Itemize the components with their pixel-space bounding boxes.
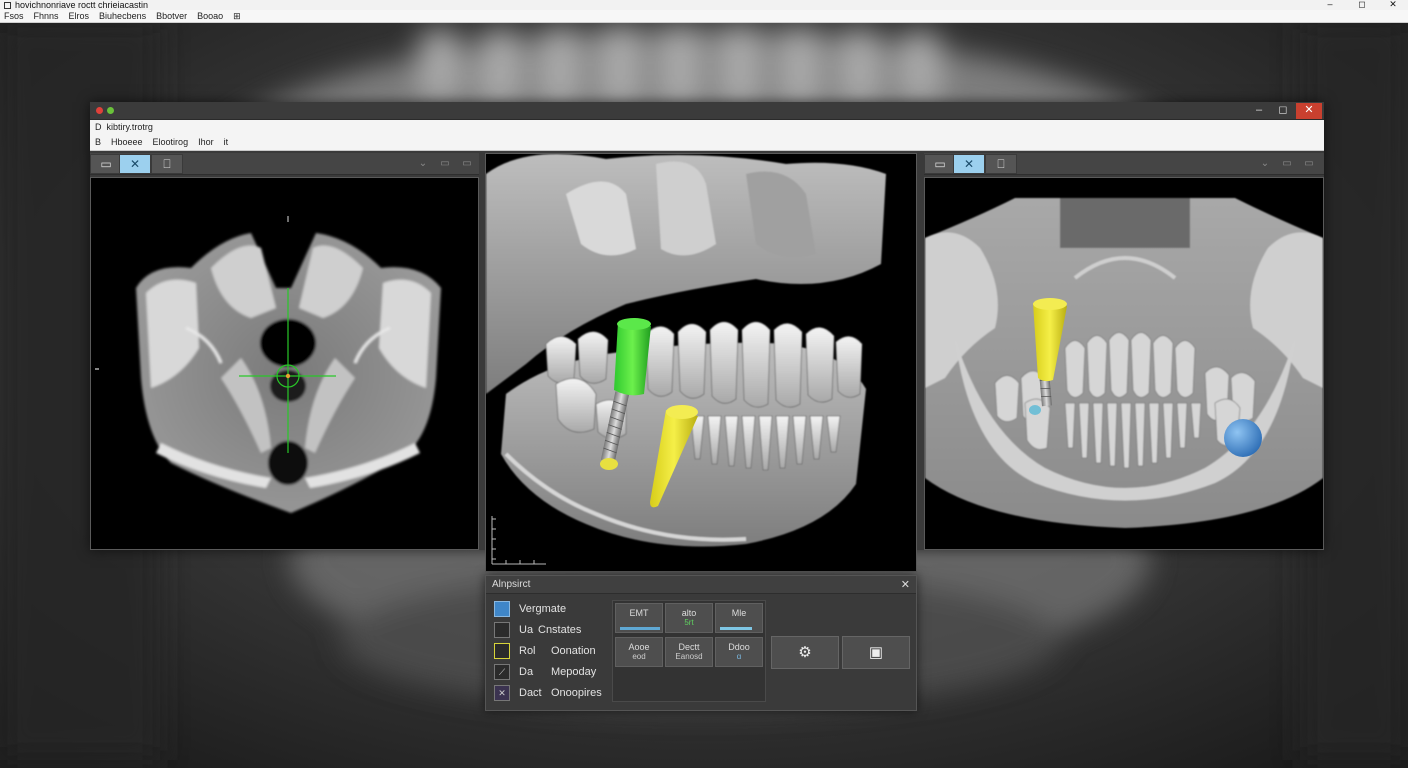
layer-row-4[interactable]: ⟋ Da Mepoday: [494, 663, 604, 681]
axial-pan-tool-button[interactable]: ▭: [90, 154, 122, 174]
outer-menu-5[interactable]: Bbotver: [156, 11, 187, 21]
param-cell-1[interactable]: EMT: [615, 603, 663, 633]
outer-minimize-button[interactable]: –: [1320, 0, 1340, 10]
layer-3-label-2: Oonation: [551, 645, 596, 657]
layer-2-swatch[interactable]: [494, 622, 510, 638]
3d-volume-view[interactable]: [485, 153, 917, 572]
save-button[interactable]: ▣: [842, 636, 910, 669]
panoramic-layout-icon[interactable]: ▭: [1280, 157, 1294, 171]
param-cell-6-label: Ddoo: [728, 642, 750, 652]
panoramic-view[interactable]: [924, 177, 1324, 550]
layer-row-3[interactable]: Rol Oonation: [494, 642, 604, 660]
viewer-menubar: B Hboeee Elootirog Ihor it: [90, 134, 1324, 151]
param-cell-3[interactable]: Mle: [715, 603, 763, 633]
param-cell-3-bar: [720, 627, 752, 630]
layer-2-label: Ua: [519, 624, 534, 636]
layer-row-1[interactable]: Vergmate: [494, 600, 604, 618]
outer-maximize-button[interactable]: ◻: [1352, 0, 1372, 10]
panoramic-ct-image: [925, 198, 1323, 528]
settings-button[interactable]: ⚙: [771, 636, 839, 669]
param-cell-5-label: Dectt: [678, 642, 700, 652]
viewer-maximize-button[interactable]: ◻: [1272, 103, 1294, 119]
panoramic-chevron-down-icon[interactable]: ⌄: [1258, 157, 1272, 171]
axial-crosshair-tool-button[interactable]: ✕: [119, 154, 151, 174]
layer-row-2[interactable]: Ua Cnstates: [494, 621, 604, 639]
layer-3-swatch[interactable]: [494, 643, 510, 659]
viewer-menu-1[interactable]: B: [95, 137, 101, 147]
axial-maximize-pane-icon[interactable]: ▭: [460, 157, 474, 171]
window-close-dot[interactable]: [96, 107, 103, 114]
window-zoom-dot[interactable]: [107, 107, 114, 114]
app-icon: [4, 2, 11, 9]
layer-5-label: Dact: [519, 687, 542, 699]
layer-4-label-2: Mepoday: [551, 666, 597, 678]
param-cell-5-sub: Eanosd: [675, 652, 703, 661]
layer-1-swatch[interactable]: [494, 601, 510, 617]
viewer-titlebar: – ◻ ✕: [90, 102, 1324, 120]
param-cell-1-bar: [620, 627, 660, 630]
viewer-menu-5[interactable]: it: [224, 137, 229, 147]
param-cell-5[interactable]: Dectt Eanosd: [665, 637, 713, 667]
param-cell-4-sub: eod: [632, 652, 646, 661]
param-cell-6-sub: ɑ: [736, 652, 742, 661]
layer-row-5[interactable]: ✕ Dact Onoopires: [494, 684, 604, 702]
panoramic-pan-tool-button[interactable]: ▭: [924, 154, 956, 174]
viewer-menu-2[interactable]: Hboeee: [111, 137, 143, 147]
outer-menu-file[interactable]: Fsos: [4, 11, 24, 21]
panoramic-window-tool-button[interactable]: ⎕: [985, 154, 1017, 174]
outer-titlebar: hovichnonriave roctt chrieiacastin – ◻ ✕: [0, 0, 1408, 10]
outer-close-button[interactable]: ✕: [1383, 0, 1403, 10]
axial-pane-toolbar: ▭ ✕ ⎕ ⌄ ▭ ▭: [90, 153, 479, 175]
outer-window-title: hovichnonriave roctt chrieiacastin: [15, 0, 149, 10]
param-cell-2-label: alto: [681, 608, 697, 618]
outer-menu-3[interactable]: Elros: [69, 11, 90, 21]
viewer-menu-4[interactable]: Ihor: [198, 137, 214, 147]
panoramic-maximize-pane-icon[interactable]: ▭: [1302, 157, 1316, 171]
axial-layout-icon[interactable]: ▭: [438, 157, 452, 171]
scale-ruler: [491, 516, 546, 565]
panoramic-crosshair-tool-button[interactable]: ✕: [953, 154, 985, 174]
outer-menu-6[interactable]: Booao: [197, 11, 223, 21]
3d-jaw-rendering: [486, 154, 886, 565]
tool-panel-title: Alnpsirct: [492, 579, 531, 590]
viewer-document-title: kibtiry.trotrg: [106, 122, 153, 132]
outer-menubar: Fsos Fhnns Elros Biuhecbens Bbotver Booao ⊞: [0, 10, 1408, 23]
outer-menu-4[interactable]: Biuhecbens: [99, 11, 146, 21]
layer-4-label: Da: [519, 666, 534, 678]
layer-4-swatch[interactable]: ⟋: [494, 664, 510, 680]
tool-panel-header: Alnpsirct ✕: [486, 576, 916, 594]
implant-tool-panel: Alnpsirct ✕ Vergmate Ua Cnstates Rol Oon…: [485, 575, 917, 711]
viewer-document-title-row: D kibtiry.trotrg: [90, 120, 1324, 134]
layer-5-swatch[interactable]: ✕: [494, 685, 510, 701]
tool-panel-close-icon[interactable]: ✕: [901, 576, 910, 594]
outer-menu-tail-icon[interactable]: ⊞: [233, 11, 241, 21]
param-cell-1-label: EMT: [629, 608, 649, 618]
layer-1-label: Vergmate: [519, 603, 567, 615]
axial-ct-image: [95, 216, 441, 513]
settings-gear-icon: ⚙: [798, 644, 812, 661]
outer-menu-2[interactable]: Fhnns: [34, 11, 59, 21]
marker-sphere[interactable]: [1224, 419, 1262, 457]
panoramic-pane-toolbar: ▭ ✕ ⎕ ⌄ ▭ ▭: [924, 153, 1324, 175]
axial-slice-view[interactable]: [90, 177, 479, 550]
tool-panel-parameter-grid: EMT alto 5rt Mle Aooe eod Dectt Eanosd D…: [612, 600, 766, 702]
param-cell-2-sub: 5rt: [684, 618, 694, 627]
viewer-menu-3[interactable]: Elootirog: [153, 137, 189, 147]
param-cell-6[interactable]: Ddoo ɑ: [715, 637, 763, 667]
viewer-close-button[interactable]: ✕: [1296, 103, 1322, 119]
layer-5-label-2: Onoopires: [551, 687, 602, 699]
param-cell-4[interactable]: Aooe eod: [615, 637, 663, 667]
viewer-window: – ◻ ✕ D kibtiry.trotrg B Hboeee Elootirog I…: [90, 102, 1324, 572]
viewer-minimize-button[interactable]: –: [1248, 103, 1270, 119]
param-cell-4-label: Aooe: [628, 642, 650, 652]
save-icon: ▣: [868, 644, 884, 661]
axial-window-tool-button[interactable]: ⎕: [151, 154, 183, 174]
viewer-title-prefix: D: [95, 122, 102, 132]
axial-chevron-down-icon[interactable]: ⌄: [416, 157, 430, 171]
layer-3-label: Rol: [519, 645, 536, 657]
param-cell-3-label: Mle: [731, 608, 747, 618]
layer-2-label-2: Cnstates: [538, 624, 582, 636]
param-cell-2[interactable]: alto 5rt: [665, 603, 713, 633]
